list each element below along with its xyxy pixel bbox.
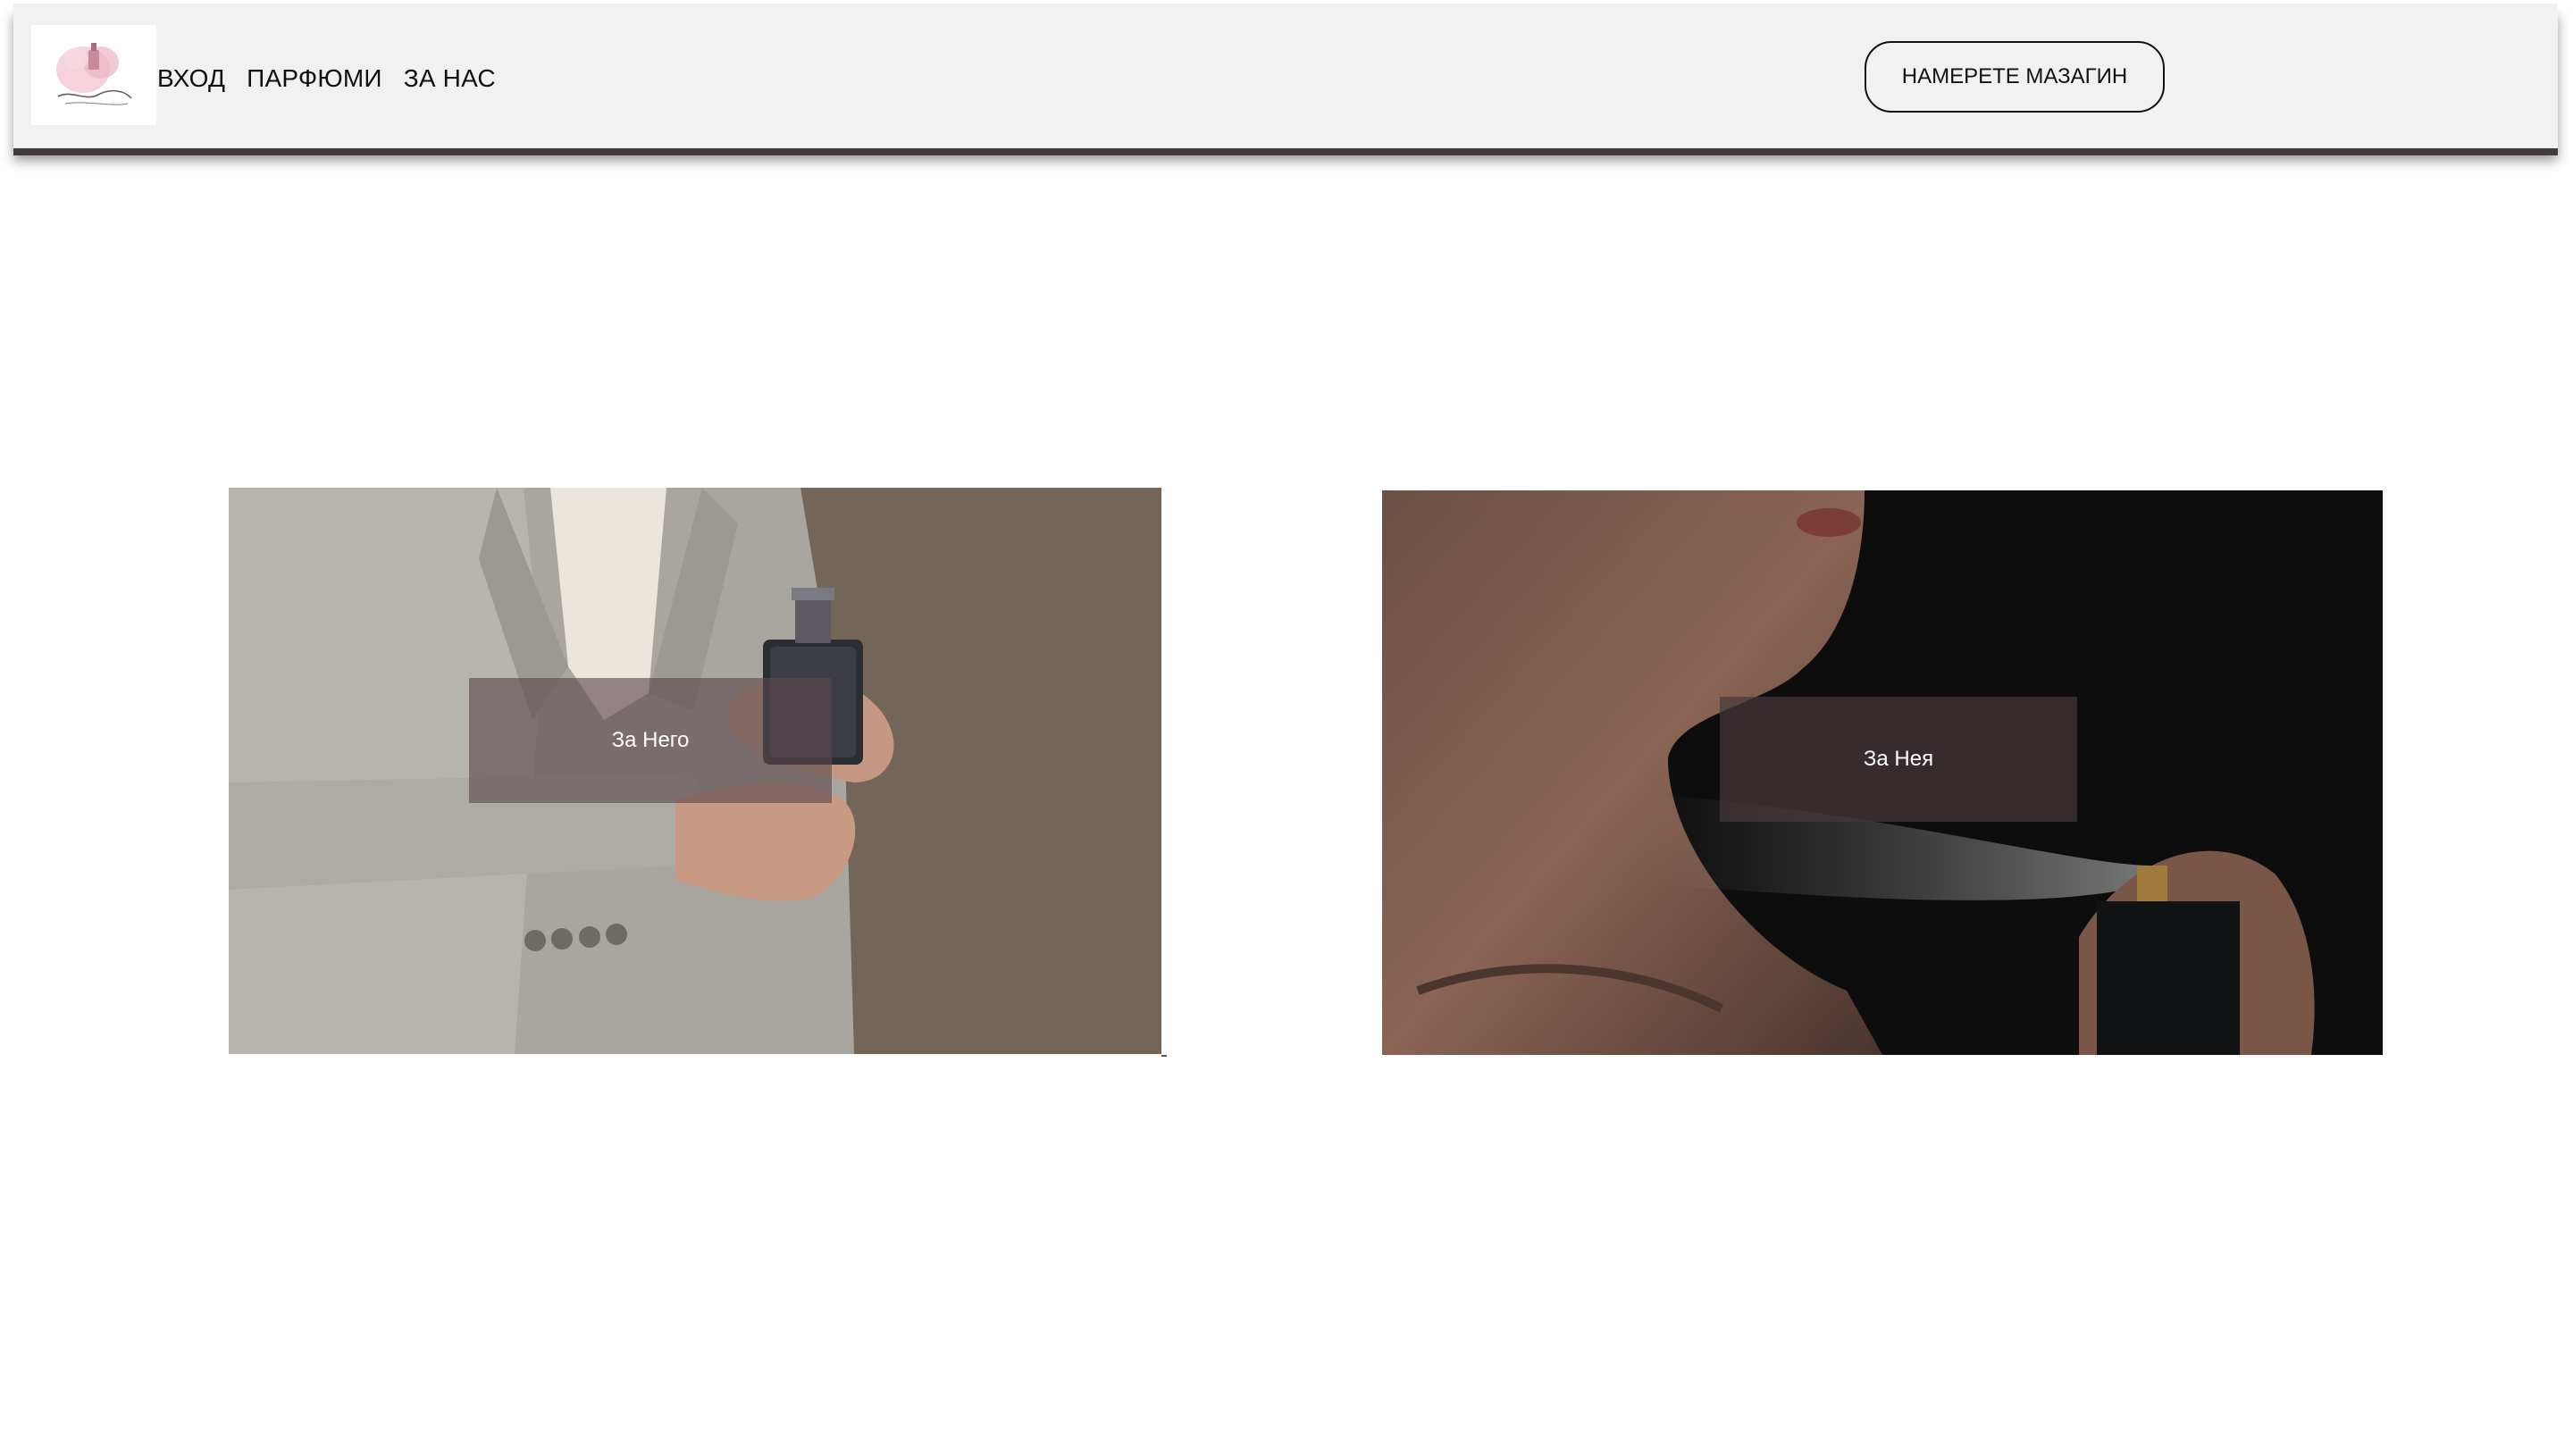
nav-link-about[interactable]: ЗА НАС: [404, 64, 496, 93]
category-card-him[interactable]: За Него: [229, 488, 1161, 1054]
site-logo[interactable]: [31, 25, 156, 125]
page: ВХОД ПАРФЮМИ ЗА НАС НАМЕРЕТЕ МАЗАГИН За …: [0, 0, 2573, 1456]
find-store-button[interactable]: НАМЕРЕТЕ МАЗАГИН: [1865, 41, 2165, 113]
for-her-label[interactable]: За Нея: [1720, 697, 2077, 822]
main-nav: ВХОД ПАРФЮМИ ЗА НАС: [157, 61, 496, 96]
site-header: ВХОД ПАРФЮМИ ЗА НАС НАМЕРЕТЕ МАЗАГИН: [13, 4, 2558, 148]
perfume-logo-icon: [56, 43, 132, 105]
nav-link-perfumes[interactable]: ПАРФЮМИ: [247, 64, 382, 93]
nav-link-login[interactable]: ВХОД: [157, 64, 225, 93]
category-card-her[interactable]: За Нея: [1382, 490, 2383, 1055]
for-him-label[interactable]: За Него: [469, 678, 832, 803]
divider-mark: [1161, 1055, 1167, 1057]
